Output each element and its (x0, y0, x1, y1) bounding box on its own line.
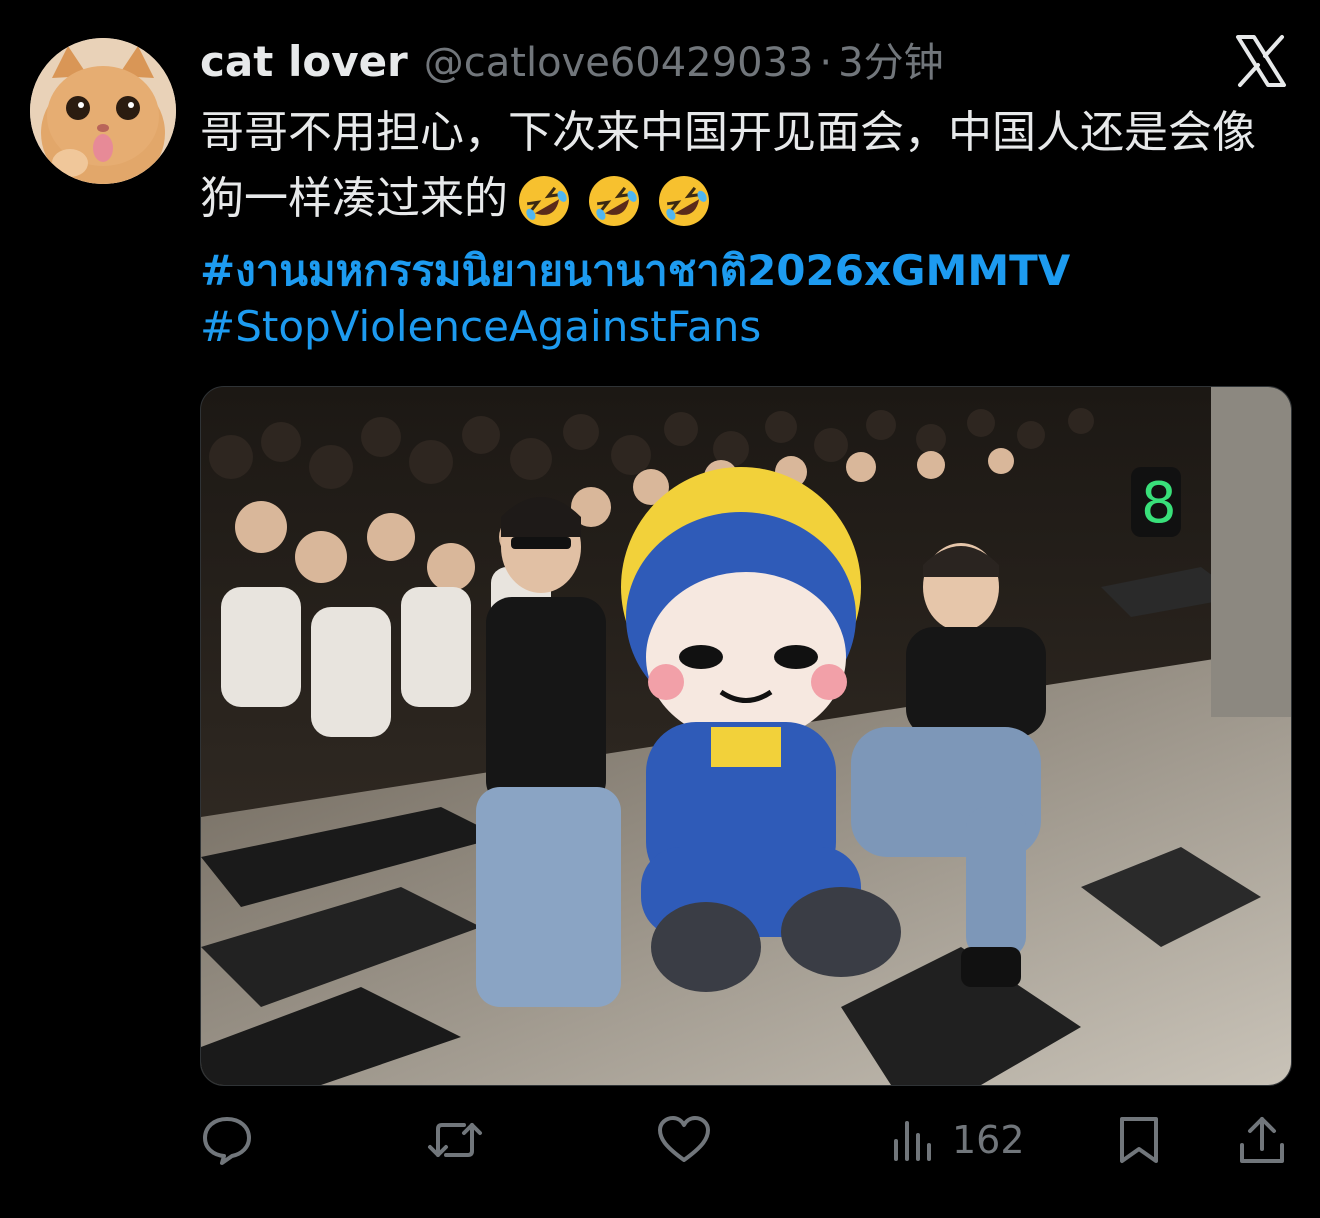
post-text-content: 哥哥不用担心，下次来中国开见面会，中国人还是会像狗一样凑过来的 (200, 107, 1256, 224)
post-header: cat lover @catlove60429033 · 3分钟 (200, 30, 944, 94)
hashtag-link[interactable]: #StopViolenceAgainstFans (200, 302, 761, 351)
share-upload-icon (1240, 1117, 1284, 1163)
like-button[interactable] (656, 1112, 712, 1168)
bar-chart-icon (894, 1121, 931, 1161)
action-bar: 162 (200, 1112, 1290, 1168)
repost-arrows-icon (428, 1123, 482, 1157)
repost-button[interactable] (426, 1112, 484, 1168)
avatar[interactable] (30, 38, 176, 184)
display-name[interactable]: cat lover (200, 37, 408, 86)
user-handle[interactable]: @catlove60429033 (424, 40, 814, 86)
heart-icon (658, 1116, 710, 1162)
rolling-laughing-emoji-icon (589, 176, 639, 226)
bookmark-icon (1120, 1117, 1158, 1163)
views-button[interactable]: 162 (890, 1112, 1025, 1168)
emoji-group (516, 173, 712, 229)
separator-dot: · (819, 40, 833, 86)
event-photo-illustration: 8 (201, 387, 1291, 1085)
post-photo[interactable]: 8 (200, 386, 1292, 1086)
views-count: 162 (952, 1118, 1025, 1162)
hashtag-link[interactable]: #งานมหกรรมนิยายนานาชาติ2026xGMMTV (200, 238, 1070, 304)
post-timestamp[interactable]: 3分钟 (838, 30, 943, 88)
reply-button[interactable] (200, 1112, 254, 1168)
tweet-card[interactable]: cat lover @catlove60429033 · 3分钟 哥哥不用担心，… (0, 0, 1320, 1218)
rolling-laughing-emoji-icon (519, 176, 569, 226)
share-button[interactable] (1236, 1112, 1288, 1168)
rolling-laughing-emoji-icon (659, 176, 709, 226)
x-logo-icon (1234, 34, 1288, 88)
post-text: 哥哥不用担心，下次来中国开见面会，中国人还是会像狗一样凑过来的 (200, 100, 1290, 232)
svg-text:8: 8 (1141, 471, 1177, 536)
bookmark-button[interactable] (1116, 1112, 1162, 1168)
speech-bubble-icon (203, 1117, 251, 1165)
cat-avatar-image (30, 38, 176, 184)
